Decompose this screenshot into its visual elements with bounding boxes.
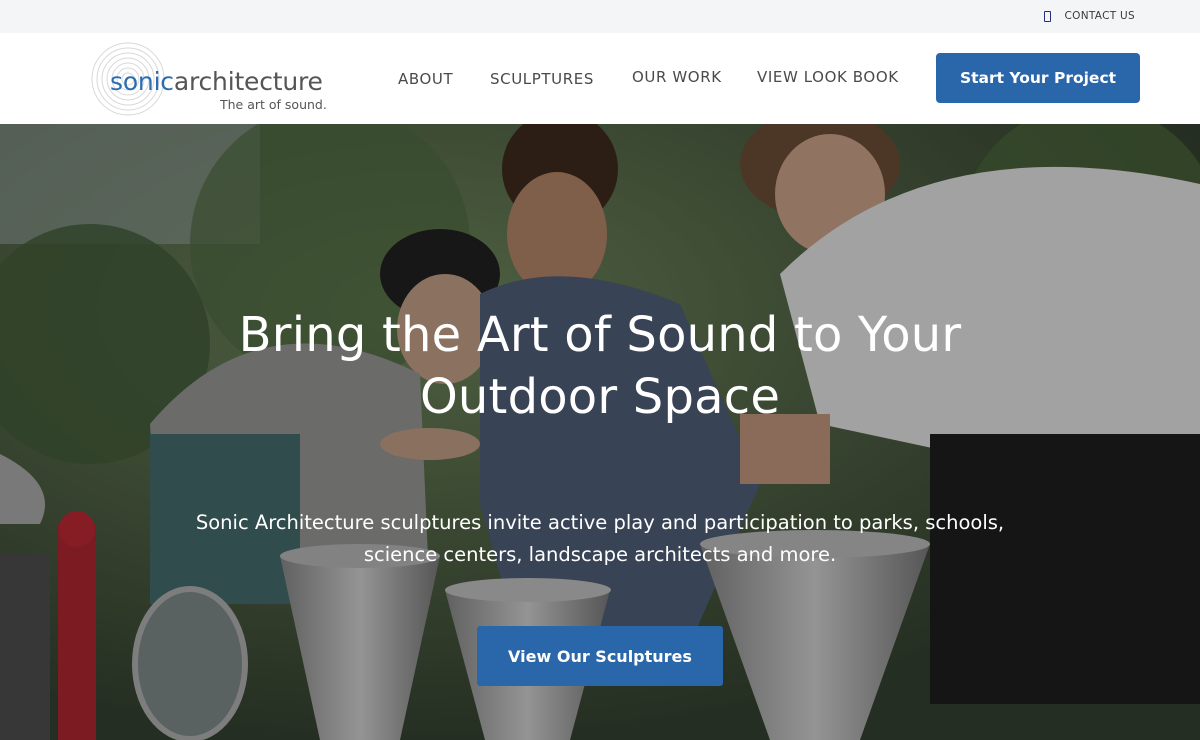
hero-title: Bring the Art of Sound to Your Outdoor S…	[150, 304, 1050, 428]
nav-item-view-look-book[interactable]: VIEW LOOK BOOK	[757, 68, 899, 86]
site-header: sonicarchitecture The art of sound. ABOU…	[0, 33, 1200, 124]
main-nav: ABOUT SCULPTURES OUR WORK VIEW LOOK BOOK…	[0, 33, 1200, 124]
hero-title-line-1: Bring the Art of Sound to Your	[238, 307, 962, 363]
phone-icon	[1043, 10, 1051, 22]
hero-subtitle-line-1: Sonic Architecture sculptures invite act…	[195, 511, 1005, 534]
utility-bar: CONTACT US	[0, 0, 1200, 33]
hero-section: Bring the Art of Sound to Your Outdoor S…	[0, 124, 1200, 740]
nav-item-our-work[interactable]: OUR WORK	[632, 68, 722, 86]
view-our-sculptures-button[interactable]: View Our Sculptures	[477, 626, 723, 686]
hero-subtitle-line-2: science centers, landscape architects an…	[363, 543, 837, 566]
nav-item-about[interactable]: ABOUT	[398, 70, 453, 88]
nav-item-sculptures[interactable]: SCULPTURES	[490, 70, 594, 88]
start-your-project-button[interactable]: Start Your Project	[936, 53, 1140, 103]
hero-title-line-2: Outdoor Space	[419, 369, 781, 425]
hero-subtitle: Sonic Architecture sculptures invite act…	[150, 507, 1050, 571]
contact-us-label: CONTACT US	[1064, 10, 1135, 22]
contact-us-link[interactable]: CONTACT US	[1043, 10, 1135, 22]
